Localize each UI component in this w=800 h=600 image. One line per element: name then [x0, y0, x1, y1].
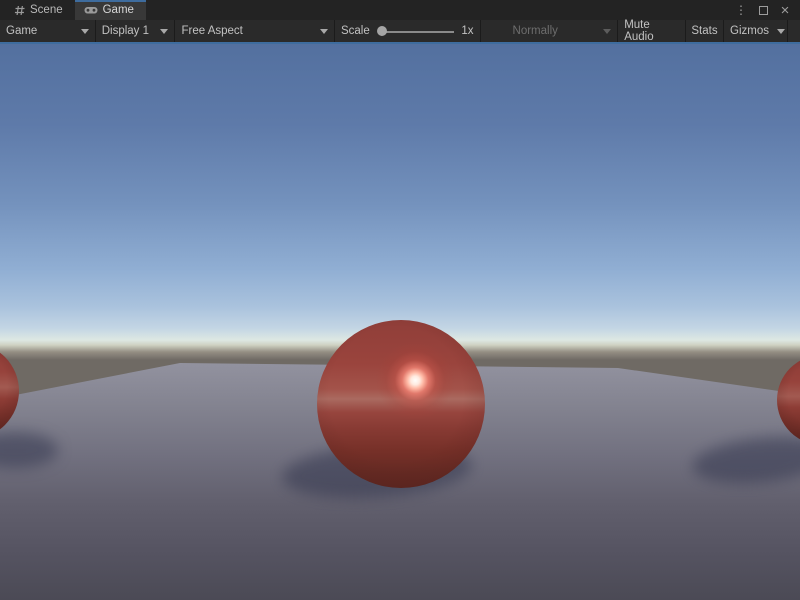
gamepad-icon	[84, 5, 98, 15]
chevron-down-icon	[603, 29, 611, 34]
tab-bar: Scene Game ⋮ ×	[0, 0, 800, 20]
chevron-down-icon	[81, 29, 89, 34]
gizmos-dropdown[interactable]: Gizmos	[724, 20, 788, 42]
mute-audio-button[interactable]: Mute Audio	[618, 20, 686, 42]
chevron-down-icon	[160, 29, 168, 34]
game-view-toolbar: Game Display 1 Free Aspect Scale 1x Norm…	[0, 20, 800, 42]
mute-audio-label: Mute Audio	[624, 19, 679, 43]
tab-scene-label: Scene	[30, 4, 63, 16]
display-dropdown[interactable]: Display 1	[96, 20, 176, 42]
aspect-ratio-dropdown[interactable]: Free Aspect	[175, 20, 335, 42]
tab-scene[interactable]: Scene	[5, 0, 75, 20]
play-mode-dropdown[interactable]: Normally	[507, 20, 619, 42]
toolbar-spacer	[788, 20, 800, 42]
stats-label: Stats	[691, 25, 717, 37]
game-view-dropdown[interactable]: Game	[0, 20, 96, 42]
stats-button[interactable]: Stats	[686, 20, 724, 42]
grid-icon	[14, 5, 25, 16]
display-dropdown-label: Display 1	[102, 25, 149, 37]
scale-control: Scale 1x	[335, 20, 481, 42]
scale-value: 1x	[461, 25, 473, 37]
kebab-menu-icon[interactable]: ⋮	[733, 2, 749, 18]
slider-knob[interactable]	[377, 26, 387, 36]
scale-label: Scale	[341, 25, 370, 37]
aspect-ratio-dropdown-label: Free Aspect	[181, 25, 242, 37]
maximize-icon[interactable]	[755, 2, 771, 18]
chevron-down-icon	[320, 29, 328, 34]
gizmos-dropdown-label: Gizmos	[730, 25, 769, 37]
tab-game[interactable]: Game	[75, 0, 146, 20]
chevron-down-icon	[777, 29, 785, 34]
game-view-dropdown-label: Game	[6, 25, 37, 37]
tab-game-label: Game	[103, 4, 134, 16]
game-render-viewport[interactable]	[0, 44, 800, 600]
slider-track	[381, 31, 455, 33]
red-sphere-center	[317, 320, 485, 488]
scale-slider[interactable]	[377, 20, 455, 42]
unity-game-window: Scene Game ⋮ × Game Display 1	[0, 0, 800, 600]
play-mode-dropdown-label: Normally	[513, 25, 558, 37]
close-icon[interactable]: ×	[777, 2, 793, 18]
window-controls: ⋮ ×	[733, 0, 800, 20]
